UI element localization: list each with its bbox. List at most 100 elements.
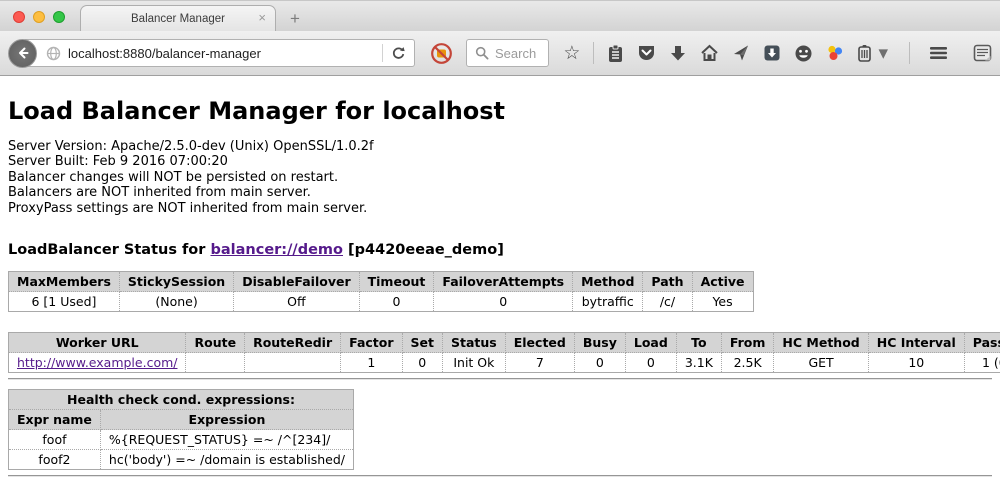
colored-dots-icon[interactable] [826,44,844,62]
col-disablefailover: DisableFailover [234,272,359,292]
col-factor: Factor [341,333,402,353]
balancers-notice-line: Balancers are NOT inherited from main se… [8,185,992,200]
close-window-button[interactable] [13,11,25,23]
server-built-line: Server Built: Feb 9 2016 07:00:20 [8,154,992,169]
table-header-row: MaxMembers StickySession DisableFailover… [9,272,754,292]
tab-balancer-manager[interactable]: Balancer Manager × [80,5,276,31]
new-tab-button[interactable]: + [290,10,300,27]
balancer-settings-table: MaxMembers StickySession DisableFailover… [8,271,754,312]
col-stickysession: StickySession [119,272,233,292]
clipboard-icon[interactable] [607,44,624,63]
cell-factor: 1 [341,353,402,373]
back-button[interactable] [8,39,37,68]
send-plane-icon[interactable] [732,44,750,62]
page-content: Load Balancer Manager for localhost Serv… [0,76,1000,491]
browser-window: Balancer Manager × + l [0,0,1000,491]
col-hc-interval: HC Interval [868,333,964,353]
urlbar-divider [382,44,383,62]
navigation-toolbar: localhost:8880/balancer-manager [0,31,1000,76]
tab-bar: Balancer Manager × + [0,0,1000,31]
cell-routeredir [245,353,341,373]
table-header-row: Worker URL Route RouteRedir Factor Set S… [9,333,1000,353]
grid-panel-icon[interactable] [973,44,992,62]
cell-busy: 0 [574,353,625,373]
table-row: 6 [1 Used] (None) Off 0 0 bytraffic /c/ … [9,292,754,312]
col-set: Set [402,333,442,353]
divider [8,378,992,380]
col-elected: Elected [505,333,574,353]
cell-expr-name: foof [9,430,101,450]
health-check-table: Health check cond. expressions: Expr nam… [8,389,354,470]
search-icon [475,46,489,60]
downloads-icon[interactable] [669,44,687,62]
col-path: Path [643,272,692,292]
dropdown-caret-icon[interactable]: ▾ [878,44,888,63]
cell-hc-method: GET [774,353,868,373]
col-status: Status [443,333,506,353]
tab-title: Balancer Manager [131,13,225,25]
url-bar[interactable]: localhost:8880/balancer-manager [23,39,415,67]
col-hc-method: HC Method [774,333,868,353]
col-worker-url: Worker URL [9,333,186,353]
col-load: Load [625,333,676,353]
col-passes: Passes [964,333,1000,353]
balancer-demo-link[interactable]: balancer://demo [210,242,343,258]
bookmark-star-icon[interactable]: ☆ [563,44,580,63]
hamburger-menu-icon [929,45,948,61]
col-busy: Busy [574,333,625,353]
cell-hc-interval: 10 [868,353,964,373]
persist-notice-line: Balancer changes will NOT be persisted o… [8,170,992,185]
smiley-icon[interactable] [794,44,813,63]
col-routeredir: RouteRedir [245,333,341,353]
loadbalancer-status-heading: LoadBalancer Status for balancer://demo … [8,242,992,258]
table-row: foof2 hc('body') =~ /domain is establish… [9,450,354,470]
cell-passes: 1 (0) [964,353,1000,373]
table-row: foof %{REQUEST_STATUS} =~ /^[234]/ [9,430,354,450]
site-globe-icon [46,46,61,61]
col-route: Route [186,333,245,353]
status-suffix: [p4420eeae_demo] [343,242,504,258]
cell-load: 0 [625,353,676,373]
page-title: Load Balancer Manager for localhost [8,97,992,125]
adblock-button[interactable] [430,42,453,65]
back-icon [15,45,31,61]
health-table-title: Health check cond. expressions: [9,390,354,410]
server-version-line: Server Version: Apache/2.5.0-dev (Unix) … [8,139,992,154]
tab-close-icon[interactable]: × [258,11,266,24]
minimize-window-button[interactable] [33,11,45,23]
url-text[interactable]: localhost:8880/balancer-manager [68,46,374,61]
col-failoverattempts: FailoverAttempts [434,272,573,292]
col-expr-name: Expr name [9,410,101,430]
proxypass-notice-line: ProxyPass settings are NOT inherited fro… [8,201,992,216]
square-download-icon[interactable] [763,44,781,62]
toolbar-separator [909,42,910,64]
table-header-row: Expr name Expression [9,410,354,430]
reload-icon [391,46,406,61]
cell-expr-name: foof2 [9,450,101,470]
window-controls [13,11,65,23]
cell-active: Yes [692,292,753,312]
col-maxmembers: MaxMembers [9,272,120,292]
divider [8,475,992,477]
reload-button[interactable] [391,46,406,61]
adblock-icon [430,42,453,65]
col-expression: Expression [100,410,353,430]
hamburger-menu-button[interactable] [929,45,948,61]
cell-method: bytraffic [573,292,643,312]
table-title-row: Health check cond. expressions: [9,390,354,410]
col-timeout: Timeout [359,272,434,292]
cell-disablefailover: Off [234,292,359,312]
cell-set: 0 [402,353,442,373]
cell-elected: 7 [505,353,574,373]
zoom-window-button[interactable] [53,11,65,23]
url-group: localhost:8880/balancer-manager [8,39,415,67]
home-icon[interactable] [700,44,719,62]
worker-table: Worker URL Route RouteRedir Factor Set S… [8,332,1000,373]
col-active: Active [692,272,753,292]
cell-expression: %{REQUEST_STATUS} =~ /^[234]/ [100,430,353,450]
worker-url-link[interactable]: http://www.example.com/ [17,355,177,370]
toolbar-buttons: ☆ [563,42,992,64]
container-icon[interactable] [857,44,872,63]
search-input[interactable]: Search [466,39,549,67]
pocket-icon[interactable] [637,44,656,62]
